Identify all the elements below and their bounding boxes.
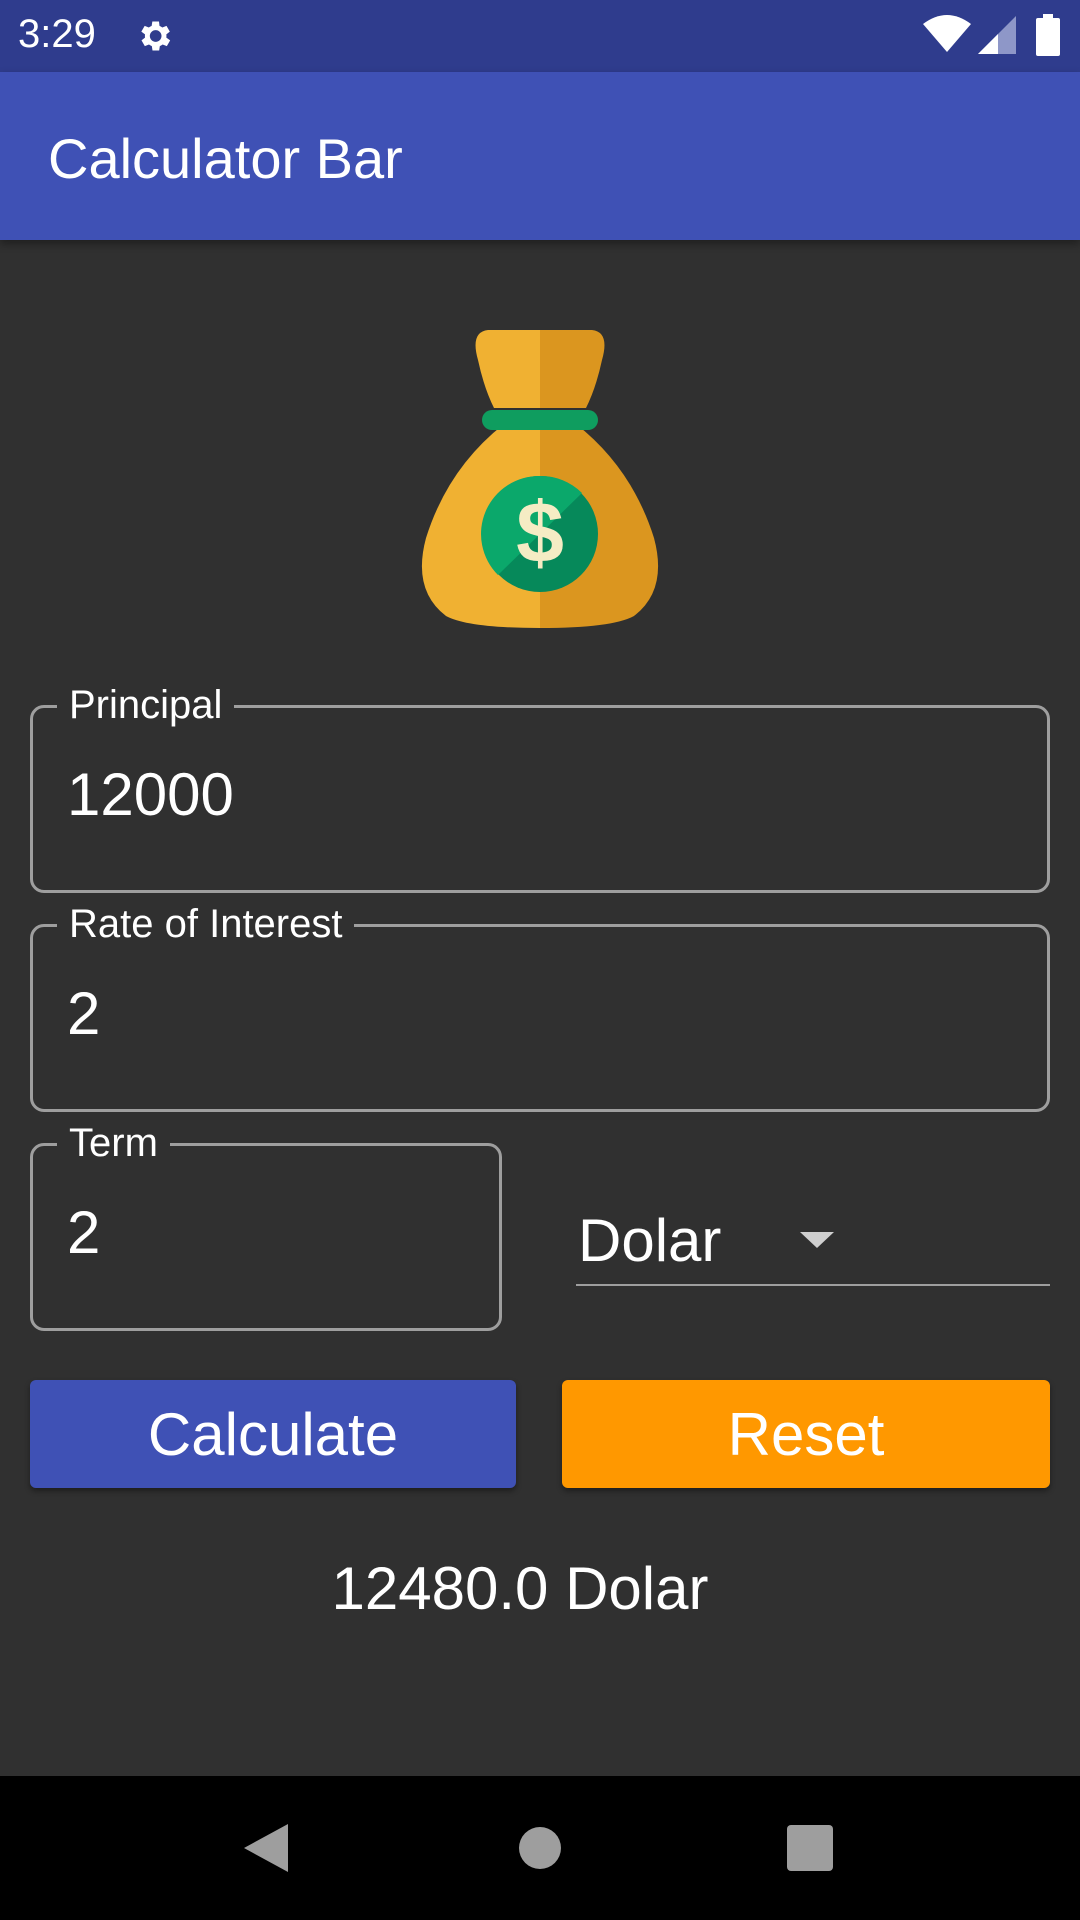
back-icon[interactable] bbox=[242, 1822, 290, 1874]
rate-of-interest-field[interactable]: Rate of Interest 2 bbox=[30, 899, 1050, 1112]
rate-of-interest-input[interactable]: 2 bbox=[67, 979, 1021, 1048]
app-title: Calculator Bar bbox=[48, 127, 403, 190]
principal-input[interactable]: 12000 bbox=[67, 760, 1021, 829]
dropdown-arrow-icon[interactable] bbox=[800, 1230, 834, 1250]
status-time: 3:29 bbox=[18, 12, 96, 56]
wifi-icon bbox=[923, 15, 971, 52]
term-label: Term bbox=[57, 1118, 170, 1168]
result-text: 12480.0 Dolar bbox=[331, 1555, 709, 1622]
battery-icon bbox=[1036, 14, 1060, 56]
term-field[interactable]: Term 2 bbox=[30, 1118, 502, 1331]
calculate-button[interactable]: Calculate bbox=[30, 1380, 516, 1488]
money-bag-icon: $ bbox=[421, 330, 659, 628]
term-input[interactable]: 2 bbox=[67, 1198, 473, 1267]
status-bar: 3:29 bbox=[0, 0, 1080, 72]
app-bar: Calculator Bar bbox=[0, 72, 1080, 240]
dollar-symbol: $ bbox=[516, 485, 564, 581]
reset-button[interactable]: Reset bbox=[562, 1380, 1050, 1488]
rate-of-interest-label: Rate of Interest bbox=[57, 899, 355, 949]
home-icon[interactable] bbox=[518, 1826, 562, 1870]
gear-icon bbox=[141, 21, 171, 51]
recents-icon[interactable] bbox=[786, 1824, 834, 1872]
principal-field[interactable]: Principal 12000 bbox=[30, 680, 1050, 893]
currency-selected: Dolar bbox=[578, 1207, 722, 1274]
cell-signal-icon bbox=[978, 16, 1016, 54]
principal-label: Principal bbox=[57, 680, 235, 730]
